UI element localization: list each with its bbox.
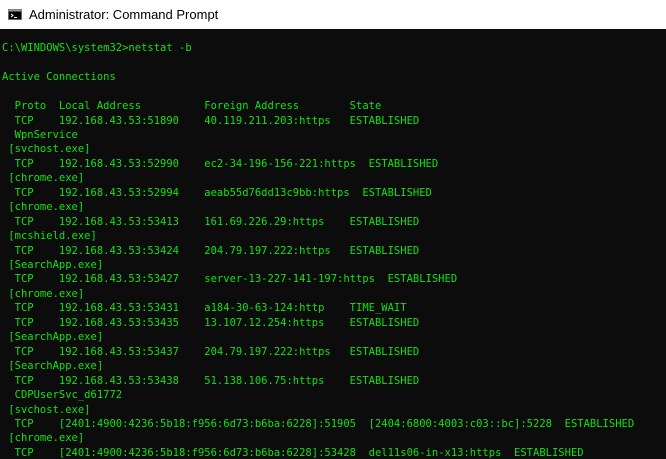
console-output[interactable]: C:\WINDOWS\system32>netstat -b Active Co… [0, 29, 666, 459]
command-line: C:\WINDOWS\system32>netstat -b [2, 42, 192, 54]
connection-row: TCP 192.168.43.53:51890 40.119.211.203:h… [2, 114, 420, 127]
process-label: WpnService [2, 128, 78, 141]
process-label: [chrome.exe] [2, 432, 85, 445]
process-label: [chrome.exe] [2, 201, 85, 214]
process-label: [chrome.exe] [2, 172, 85, 185]
connection-row: TCP 192.168.43.53:53427 server-13-227-14… [2, 273, 458, 286]
connection-row: TCP 192.168.43.53:52990 ec2-34-196-156-2… [2, 157, 439, 170]
connection-row: TCP 192.168.43.53:53435 13.107.12.254:ht… [2, 316, 420, 329]
process-label: [mcshield.exe] [2, 230, 97, 243]
process-label: CDPUserSvc_d61772 [2, 389, 123, 402]
connection-row: TCP [2401:4900:4236:5b18:f956:6d73:b6ba:… [2, 417, 635, 430]
process-label: [svchost.exe] [2, 143, 91, 156]
process-label: [chrome.exe] [2, 287, 85, 300]
process-label: [SearchApp.exe] [2, 360, 104, 373]
connection-row: TCP 192.168.43.53:53431 a184-30-63-124:h… [2, 302, 407, 315]
section-heading: Active Connections [2, 71, 116, 83]
connection-row: TCP [2401:4900:4236:5b18:f956:6d73:b6ba:… [2, 446, 584, 459]
process-label: [svchost.exe] [2, 403, 91, 416]
connection-row: TCP 192.168.43.53:53437 204.79.197.222:h… [2, 345, 420, 358]
cmd-icon [8, 9, 22, 20]
window-title: Administrator: Command Prompt [29, 7, 219, 22]
title-bar[interactable]: Administrator: Command Prompt [0, 0, 666, 29]
connection-row: TCP 192.168.43.53:53413 161.69.226.29:ht… [2, 215, 420, 228]
command-prompt-window: Administrator: Command Prompt C:\WINDOWS… [0, 0, 666, 459]
process-label: [SearchApp.exe] [2, 331, 104, 344]
table-header: Proto Local Address Foreign Address Stat… [2, 100, 382, 112]
process-label: [SearchApp.exe] [2, 259, 104, 271]
connection-row: TCP 192.168.43.53:53424 204.79.197.222:h… [2, 244, 420, 257]
connection-row: TCP 192.168.43.53:52994 aeab55d76dd13c9b… [2, 186, 432, 199]
connection-row: TCP 192.168.43.53:53438 51.138.106.75:ht… [2, 374, 420, 387]
